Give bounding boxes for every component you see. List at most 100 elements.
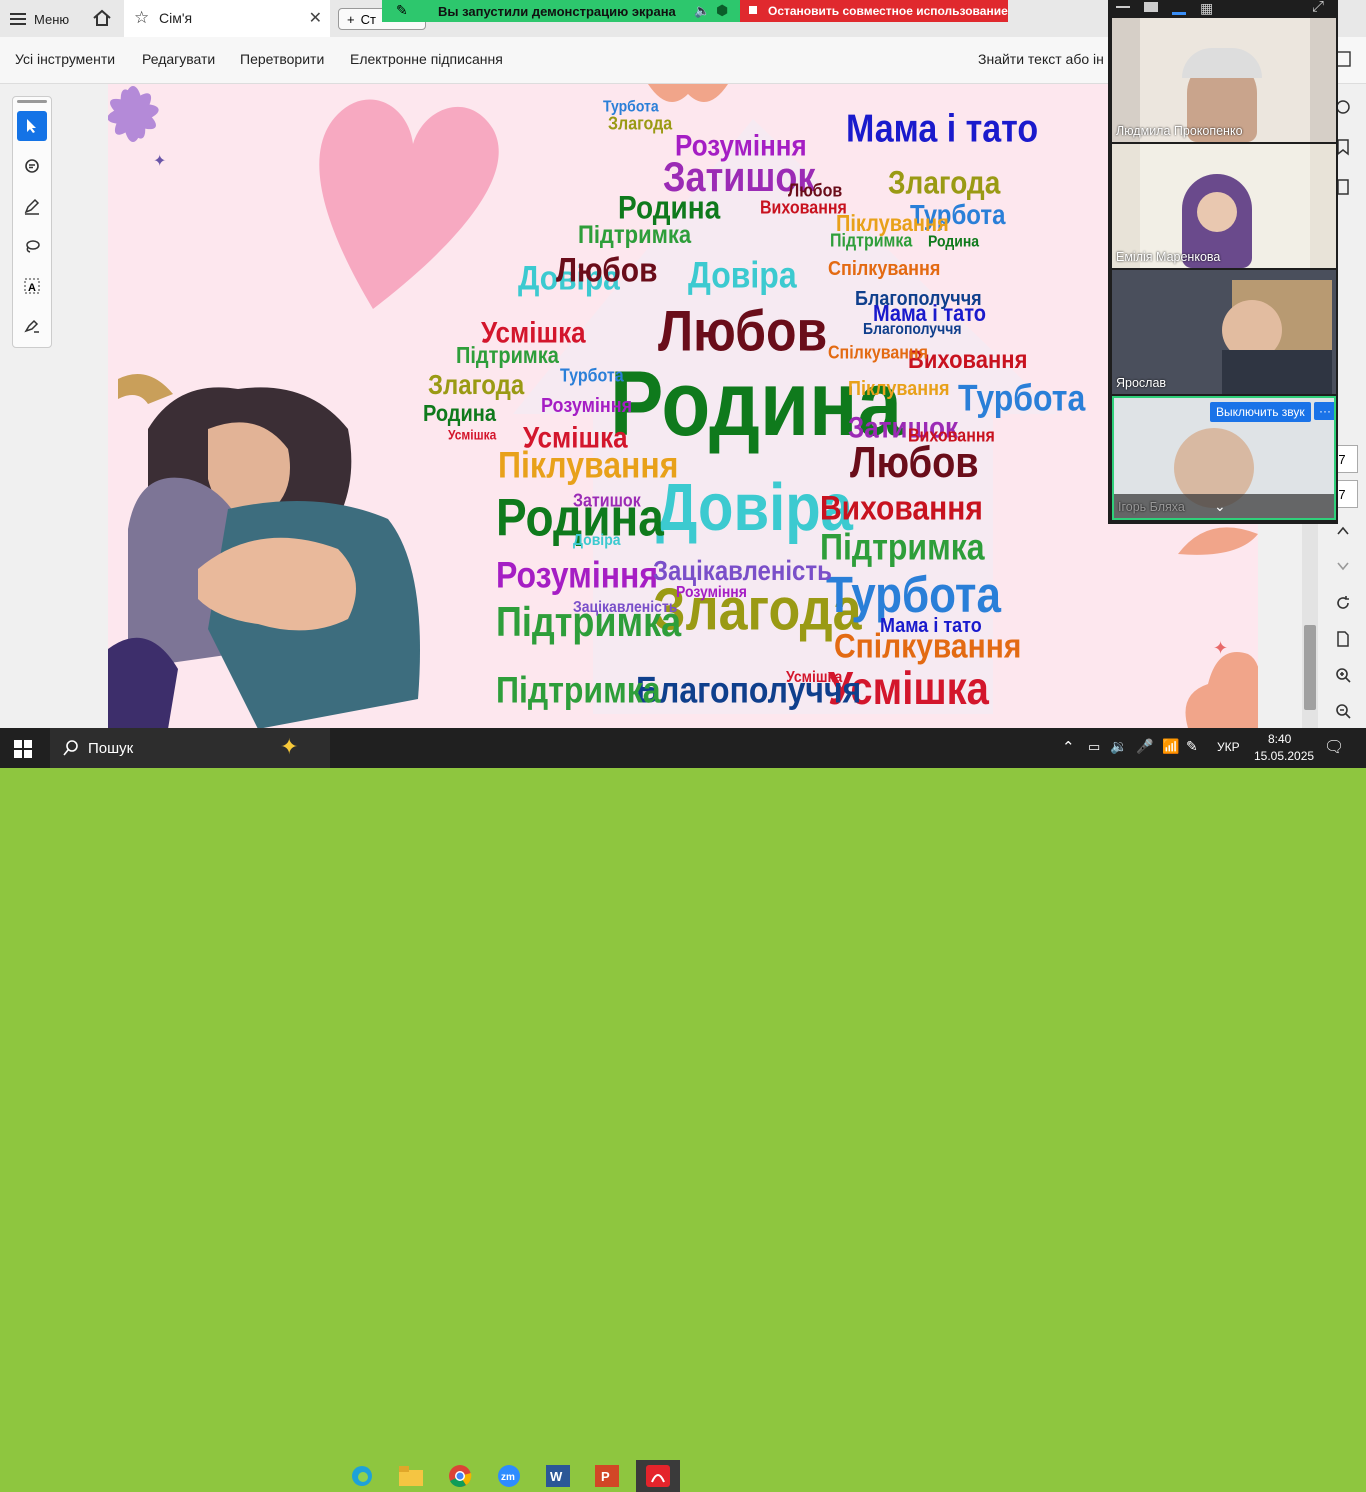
- word-cloud-word: Підтримка: [578, 220, 692, 249]
- close-icon[interactable]: ✕: [309, 8, 322, 28]
- chevron-down-icon[interactable]: [1332, 555, 1354, 577]
- chrome-icon[interactable]: [443, 1460, 477, 1492]
- home-icon[interactable]: [92, 8, 112, 33]
- word-cloud-word: Виховання: [760, 198, 847, 219]
- fullscreen-icon[interactable]: ⤢: [1312, 0, 1324, 15]
- participant-video-2[interactable]: Емілія Маренкова: [1112, 144, 1336, 268]
- highlight-tool[interactable]: [17, 191, 47, 221]
- menu-label: Меню: [34, 11, 70, 27]
- screenshare-running-text: Вы запустили демонстрацию экрана: [438, 4, 676, 19]
- chevron-up-icon[interactable]: ⌃: [1062, 738, 1075, 756]
- participant-video-1[interactable]: Людмила Прокопенко: [1112, 18, 1336, 142]
- file-explorer-icon[interactable]: [394, 1460, 428, 1492]
- word-cloud-word: Родина: [423, 401, 496, 427]
- pen-icon[interactable]: ✎: [1186, 738, 1198, 755]
- powerpoint-icon[interactable]: P: [590, 1460, 624, 1492]
- select-tool[interactable]: [17, 111, 47, 141]
- volume-icon[interactable]: 🔉: [1110, 738, 1127, 755]
- draw-tool[interactable]: [17, 231, 47, 261]
- sparkle-icon: ✦: [280, 734, 299, 759]
- phone-icon: ✎: [396, 2, 408, 18]
- menu-button[interactable]: Меню: [10, 8, 69, 30]
- participant-video-4[interactable]: Выключить звук ··· Ігорь Бляха ⌄: [1112, 396, 1336, 520]
- sign-tool[interactable]: [17, 311, 47, 341]
- svg-text:A: A: [28, 282, 36, 294]
- word-cloud-word: Усмішка: [786, 666, 843, 686]
- text-tool[interactable]: A: [17, 271, 47, 301]
- stop-sharing-button[interactable]: Остановить совместное использование: [740, 0, 1008, 22]
- word-cloud-word: Підтримка: [456, 343, 559, 369]
- clock-time[interactable]: 8:40: [1268, 732, 1291, 746]
- word-cloud-word: Любов: [658, 298, 828, 364]
- grid-icon[interactable]: ▦: [1200, 0, 1213, 17]
- tool-all-tools[interactable]: Усі інструменти: [15, 51, 115, 67]
- notification-icon[interactable]: 🗨: [1324, 737, 1344, 757]
- language-indicator[interactable]: УКР: [1217, 740, 1240, 754]
- taskbar-search[interactable]: Пошук ✦: [50, 728, 330, 768]
- microphone-icon[interactable]: 🎤: [1136, 738, 1153, 755]
- word-cloud-word: Підтримка: [820, 526, 985, 568]
- zoom-in-icon[interactable]: [1332, 664, 1354, 686]
- svg-text:zm: zm: [501, 1472, 515, 1483]
- more-options-icon[interactable]: ···: [1314, 402, 1334, 420]
- word-cloud-word: Спілкування: [828, 343, 928, 364]
- tab-document[interactable]: ☆ Сім'я ✕: [124, 0, 330, 38]
- volume-icon[interactable]: 🔈: [694, 3, 710, 19]
- mute-participant-button[interactable]: Выключить звук: [1210, 402, 1311, 422]
- comment-tool[interactable]: [17, 151, 47, 181]
- tool-esign[interactable]: Електронне підписання: [350, 51, 503, 67]
- edge-icon[interactable]: [345, 1460, 379, 1492]
- word-cloud-word: Турбота: [603, 96, 659, 116]
- star-icon[interactable]: ☆: [134, 8, 149, 28]
- lasso-icon: [26, 240, 40, 253]
- drag-handle[interactable]: [17, 100, 47, 103]
- word-cloud-word: Підтримка: [830, 231, 913, 252]
- heart-decoration: [319, 99, 499, 309]
- flower-decoration: ✦: [108, 86, 166, 170]
- menu-icon: [10, 13, 26, 25]
- word-cloud-word: Розуміння: [675, 127, 807, 163]
- word-cloud-word: Родина: [928, 231, 980, 251]
- windows-start-icon[interactable]: [14, 740, 32, 763]
- save-page-icon[interactable]: [1332, 628, 1354, 650]
- network-icon[interactable]: 📶: [1162, 738, 1179, 755]
- new-tab-label: Ст: [360, 11, 376, 27]
- word-cloud-word: Злагода: [888, 164, 1001, 201]
- tool-edit[interactable]: Редагувати: [142, 51, 215, 67]
- word-cloud-word: Довіра: [688, 254, 797, 296]
- word-cloud-word: Усмішка: [523, 419, 628, 455]
- text-box-icon: A: [24, 278, 40, 294]
- battery-icon[interactable]: ▭: [1088, 739, 1100, 755]
- svg-text:W: W: [550, 1469, 563, 1484]
- scroll-thumb[interactable]: [1304, 625, 1316, 710]
- find-text-input[interactable]: Знайти текст або ін: [978, 51, 1104, 67]
- speaker-view-icon[interactable]: [1144, 2, 1158, 12]
- quick-tools: A: [12, 96, 52, 348]
- word-cloud-word: Любов: [850, 438, 979, 488]
- word-cloud-word: Піклування: [848, 376, 950, 400]
- participant-name-3: Ярослав: [1116, 376, 1167, 390]
- tool-convert[interactable]: Перетворити: [240, 51, 324, 67]
- word-cloud-word: Турбота: [560, 366, 624, 387]
- participant-name-2: Емілія Маренкова: [1116, 250, 1221, 264]
- stop-icon: [749, 6, 757, 14]
- word-cloud-word: Розуміння: [496, 554, 659, 596]
- zoom-icon[interactable]: zm: [492, 1460, 526, 1492]
- refresh-icon[interactable]: [1332, 592, 1354, 614]
- participant-name-4: Ігорь Бляха: [1118, 500, 1185, 514]
- word-cloud-word: Підтримка: [496, 669, 661, 711]
- zoom-out-icon[interactable]: [1332, 700, 1354, 722]
- word-cloud-word: Розуміння: [676, 581, 747, 601]
- word-cloud-word: Благополуччя: [863, 318, 962, 338]
- minimize-icon[interactable]: [1116, 6, 1130, 8]
- acrobat-icon[interactable]: [636, 1460, 680, 1492]
- shield-icon: ⬢: [716, 2, 729, 18]
- chevron-down-icon[interactable]: ⌄: [1214, 498, 1226, 515]
- participant-video-3[interactable]: Ярослав: [1112, 270, 1336, 394]
- word-icon[interactable]: W: [541, 1460, 575, 1492]
- comment-icon: [25, 159, 39, 173]
- clock-date[interactable]: 15.05.2025: [1254, 749, 1314, 763]
- sign-pen-icon: [24, 319, 39, 333]
- gallery-strip-icon[interactable]: [1172, 0, 1186, 15]
- pen-icon: [24, 198, 40, 215]
